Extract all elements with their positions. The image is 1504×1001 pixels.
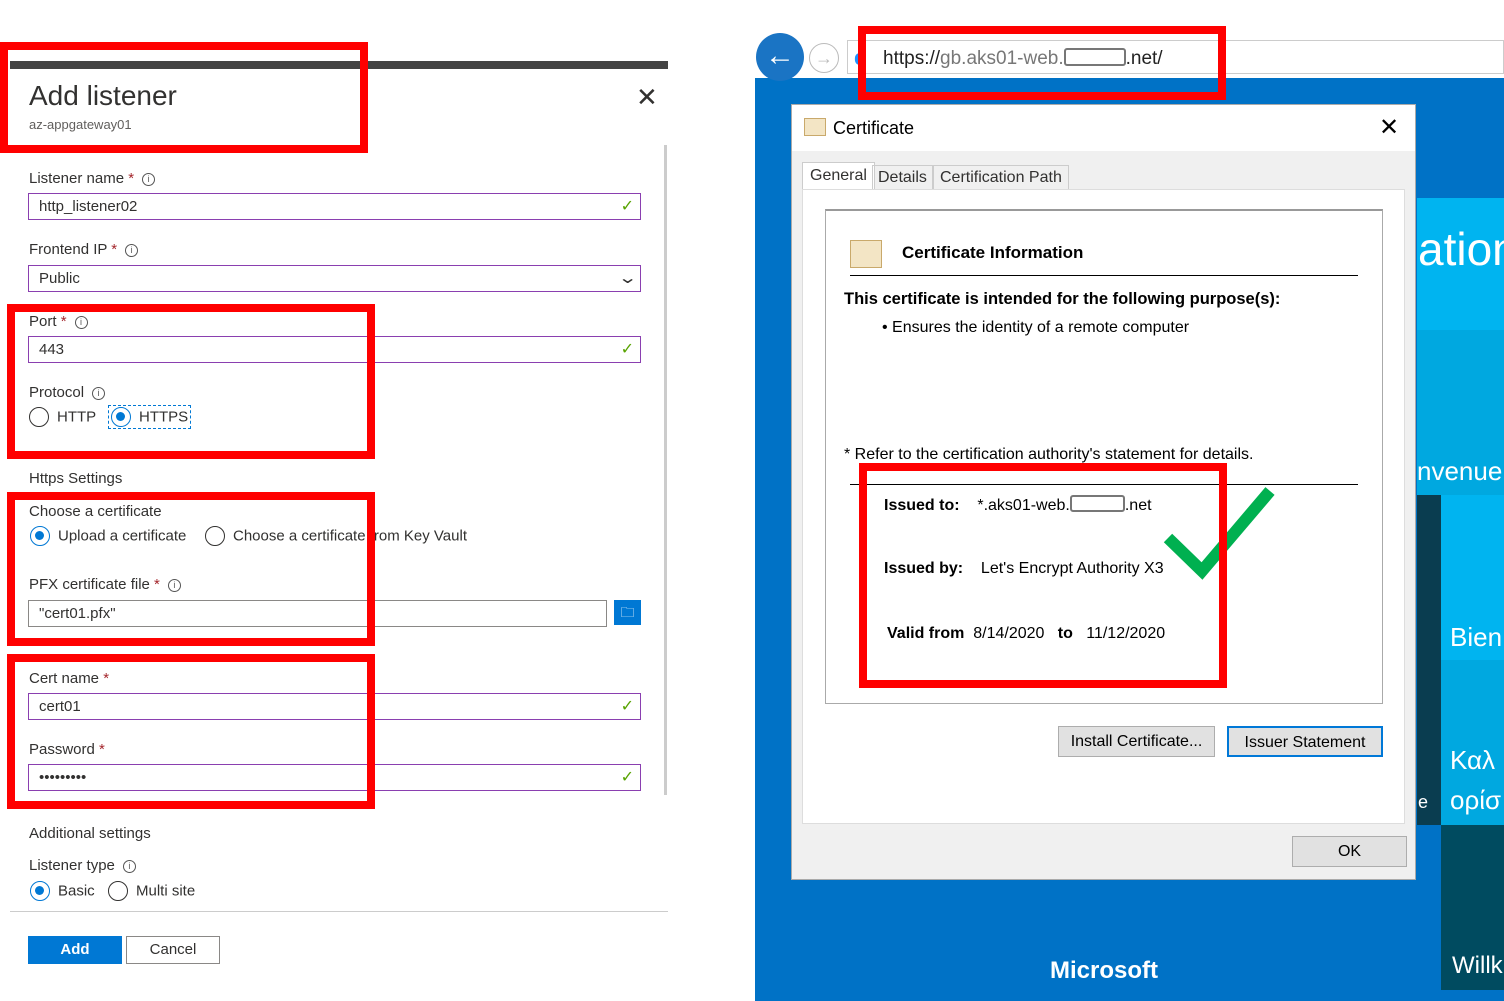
choose-cert-label: Choose a certificate [29,503,162,520]
cert-info-heading: Certificate Information [902,243,1084,262]
purpose-item: • Ensures the identity of a remote compu… [882,319,1190,336]
redacted-box [1069,495,1125,512]
certificate-icon [804,118,826,136]
microsoft-logo-text: Microsoft [1050,957,1158,984]
purpose-heading: This certificate is intended for the fol… [844,290,1281,308]
additional-settings-heading: Additional settings [29,825,151,842]
panel-title: Add listener [29,80,177,111]
tile-text: Bien [1450,622,1503,652]
listener-type-basic-radio[interactable]: Basic [30,881,95,901]
close-icon[interactable]: ✕ [636,82,658,113]
tab-details[interactable]: Details [872,165,933,190]
install-certificate-button[interactable]: Install Certificate... [1058,726,1215,757]
protocol-http-radio[interactable]: HTTP [29,407,96,427]
info-icon: i [142,173,156,186]
tile-text: ation [1418,223,1504,275]
keyvault-cert-radio[interactable]: Choose a certificate from Key Vault [205,526,467,546]
refer-note: * Refer to the certification authority's… [844,446,1254,463]
cancel-button[interactable]: Cancel [126,936,220,964]
ok-button[interactable]: OK [1292,836,1407,867]
address-bar[interactable]: e https://gb.aks01-web. .net/ [847,40,1504,74]
pfx-file-input[interactable]: "cert01.pfx" [28,600,607,627]
issued-to: Issued to: *.aks01-web. .net [884,495,1152,514]
dialog-title: Certificate [833,118,915,138]
listener-name-label: Listener name * i [29,170,156,187]
upload-cert-radio[interactable]: Upload a certificate [30,526,186,546]
dialog-close-icon[interactable]: ✕ [1379,113,1399,142]
info-icon: i [167,579,181,592]
info-icon: i [92,387,106,400]
frontend-ip-label: Frontend IP * i [29,241,139,258]
validity: Valid from 8/14/2020 to 11/12/2020 [887,625,1166,642]
frontend-ip-select[interactable]: Public ⌄ [28,265,641,292]
folder-browse-icon[interactable]: 🗀 [614,600,641,625]
certificate-dialog: Certificate ✕ General Details Certificat… [791,104,1416,880]
tile-text: Willk [1452,952,1503,979]
listener-type-multisite-radio[interactable]: Multi site [108,881,195,901]
pfx-label: PFX certificate file * i [29,576,181,593]
check-icon: ✓ [620,769,634,786]
port-label: Port * i [29,313,88,330]
issued-by: Issued by: Let's Encrypt Authority X3 [884,560,1164,577]
info-icon: i [125,244,139,257]
cert-name-label: Cert name * [29,670,110,687]
tile-text: ορίσ [1450,785,1502,815]
redacted-box [1063,48,1126,66]
check-icon: ✓ [620,198,634,215]
password-label: Password * [29,741,105,758]
listener-name-input[interactable]: http_listener02 ✓ [28,193,641,220]
tile [1417,495,1441,825]
panel-subtitle: az-appgateway01 [29,117,132,132]
top-bar [10,61,668,69]
tile-text: nvenue [1417,456,1503,486]
forward-button[interactable]: → [809,43,839,73]
port-input[interactable]: 443 ✓ [28,336,641,363]
issuer-statement-button[interactable]: Issuer Statement [1227,726,1383,757]
chevron-down-icon: ⌄ [617,270,638,287]
https-settings-heading: Https Settings [29,470,123,487]
tab-general[interactable]: General [802,162,875,190]
ie-icon: e [854,45,867,70]
add-button[interactable]: Add [28,936,122,964]
cert-name-input[interactable]: cert01 ✓ [28,693,641,720]
tab-certification-path[interactable]: Certification Path [933,165,1069,190]
scrollbar[interactable] [664,145,667,795]
info-icon: i [122,860,136,873]
check-icon: ✓ [620,341,634,358]
checkmark-icon [1163,487,1275,580]
tile-text: e [1418,792,1429,812]
password-input[interactable]: ••••••••• ✓ [28,764,641,791]
protocol-https-radio[interactable]: HTTPS [108,405,192,429]
divider [10,911,668,912]
protocol-label: Protocol i [29,384,106,401]
check-icon: ✓ [620,698,634,715]
listener-type-label: Listener type i [29,857,136,874]
cert-info-icon [850,240,882,268]
back-button[interactable]: ← [756,33,804,81]
tile-text: Καλ [1450,745,1496,775]
info-icon: i [74,316,88,329]
